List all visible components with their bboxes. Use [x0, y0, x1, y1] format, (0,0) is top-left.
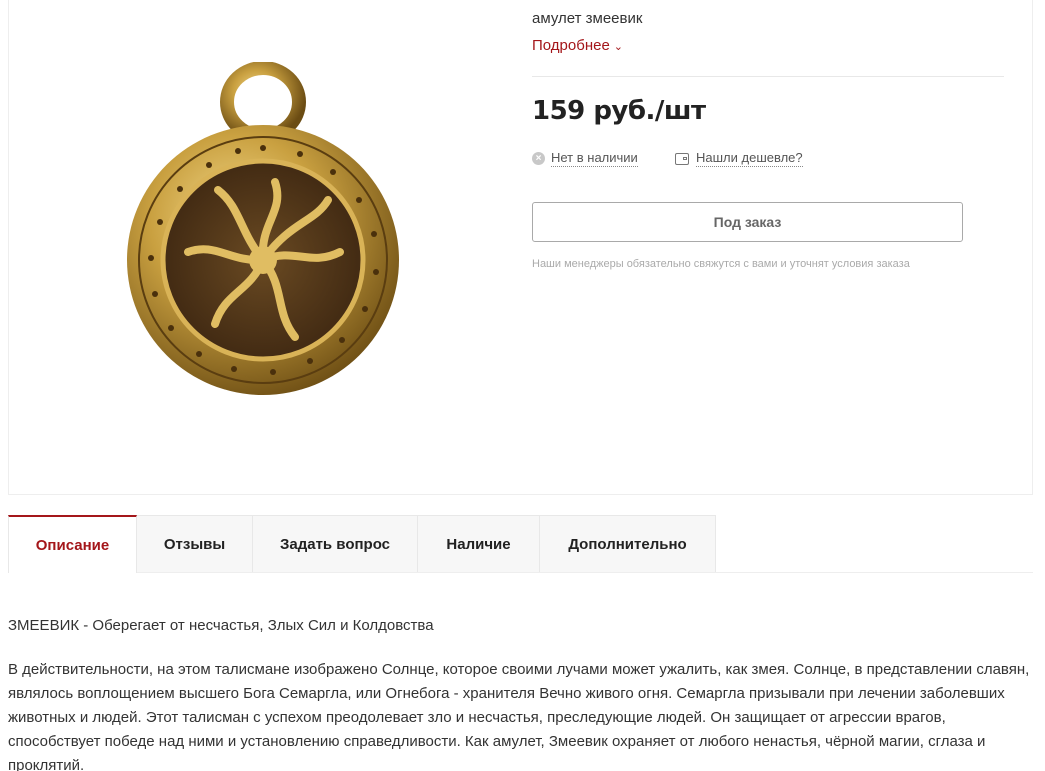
product-page: амулет змеевик Подробнее ⌄ 159 руб./шт ×… [0, 0, 1045, 771]
more-details-label: Подробнее [532, 37, 610, 54]
divider [532, 76, 1004, 77]
stock-status-label[interactable]: Нет в наличии [551, 150, 638, 167]
stock-status: × Нет в наличии [532, 150, 638, 167]
x-circle-icon: × [532, 152, 545, 165]
tab-underline [137, 572, 1033, 573]
tab-ask-question[interactable]: Задать вопрос [253, 515, 418, 573]
wallet-icon [675, 152, 689, 165]
tab-description[interactable]: Описание [8, 515, 137, 573]
product-short-description: амулет змеевик [532, 10, 643, 27]
tab-availability[interactable]: Наличие [418, 515, 540, 573]
tab-additional[interactable]: Дополнительно [540, 515, 716, 573]
found-cheaper-label: Нашли дешевле? [696, 150, 803, 167]
found-cheaper-link[interactable]: Нашли дешевле? [675, 150, 803, 167]
amulet-image [127, 62, 399, 395]
chevron-down-icon: ⌄ [613, 41, 624, 53]
product-tabs: Описание Отзывы Задать вопрос Наличие До… [8, 515, 716, 573]
description-body: В действительности, на этом талисмане из… [8, 661, 1030, 771]
tab-reviews[interactable]: Отзывы [137, 515, 253, 573]
manager-note: Наши менеджеры обязательно свяжутся с ва… [532, 258, 910, 270]
description-title: ЗМЕЕВИК - Оберегает от несчастья, Злых С… [8, 617, 434, 634]
product-price: 159 руб./шт [532, 96, 706, 126]
more-details-link[interactable]: Подробнее ⌄ [532, 37, 623, 54]
product-image[interactable] [110, 62, 415, 398]
pre-order-button[interactable]: Под заказ [532, 202, 963, 242]
